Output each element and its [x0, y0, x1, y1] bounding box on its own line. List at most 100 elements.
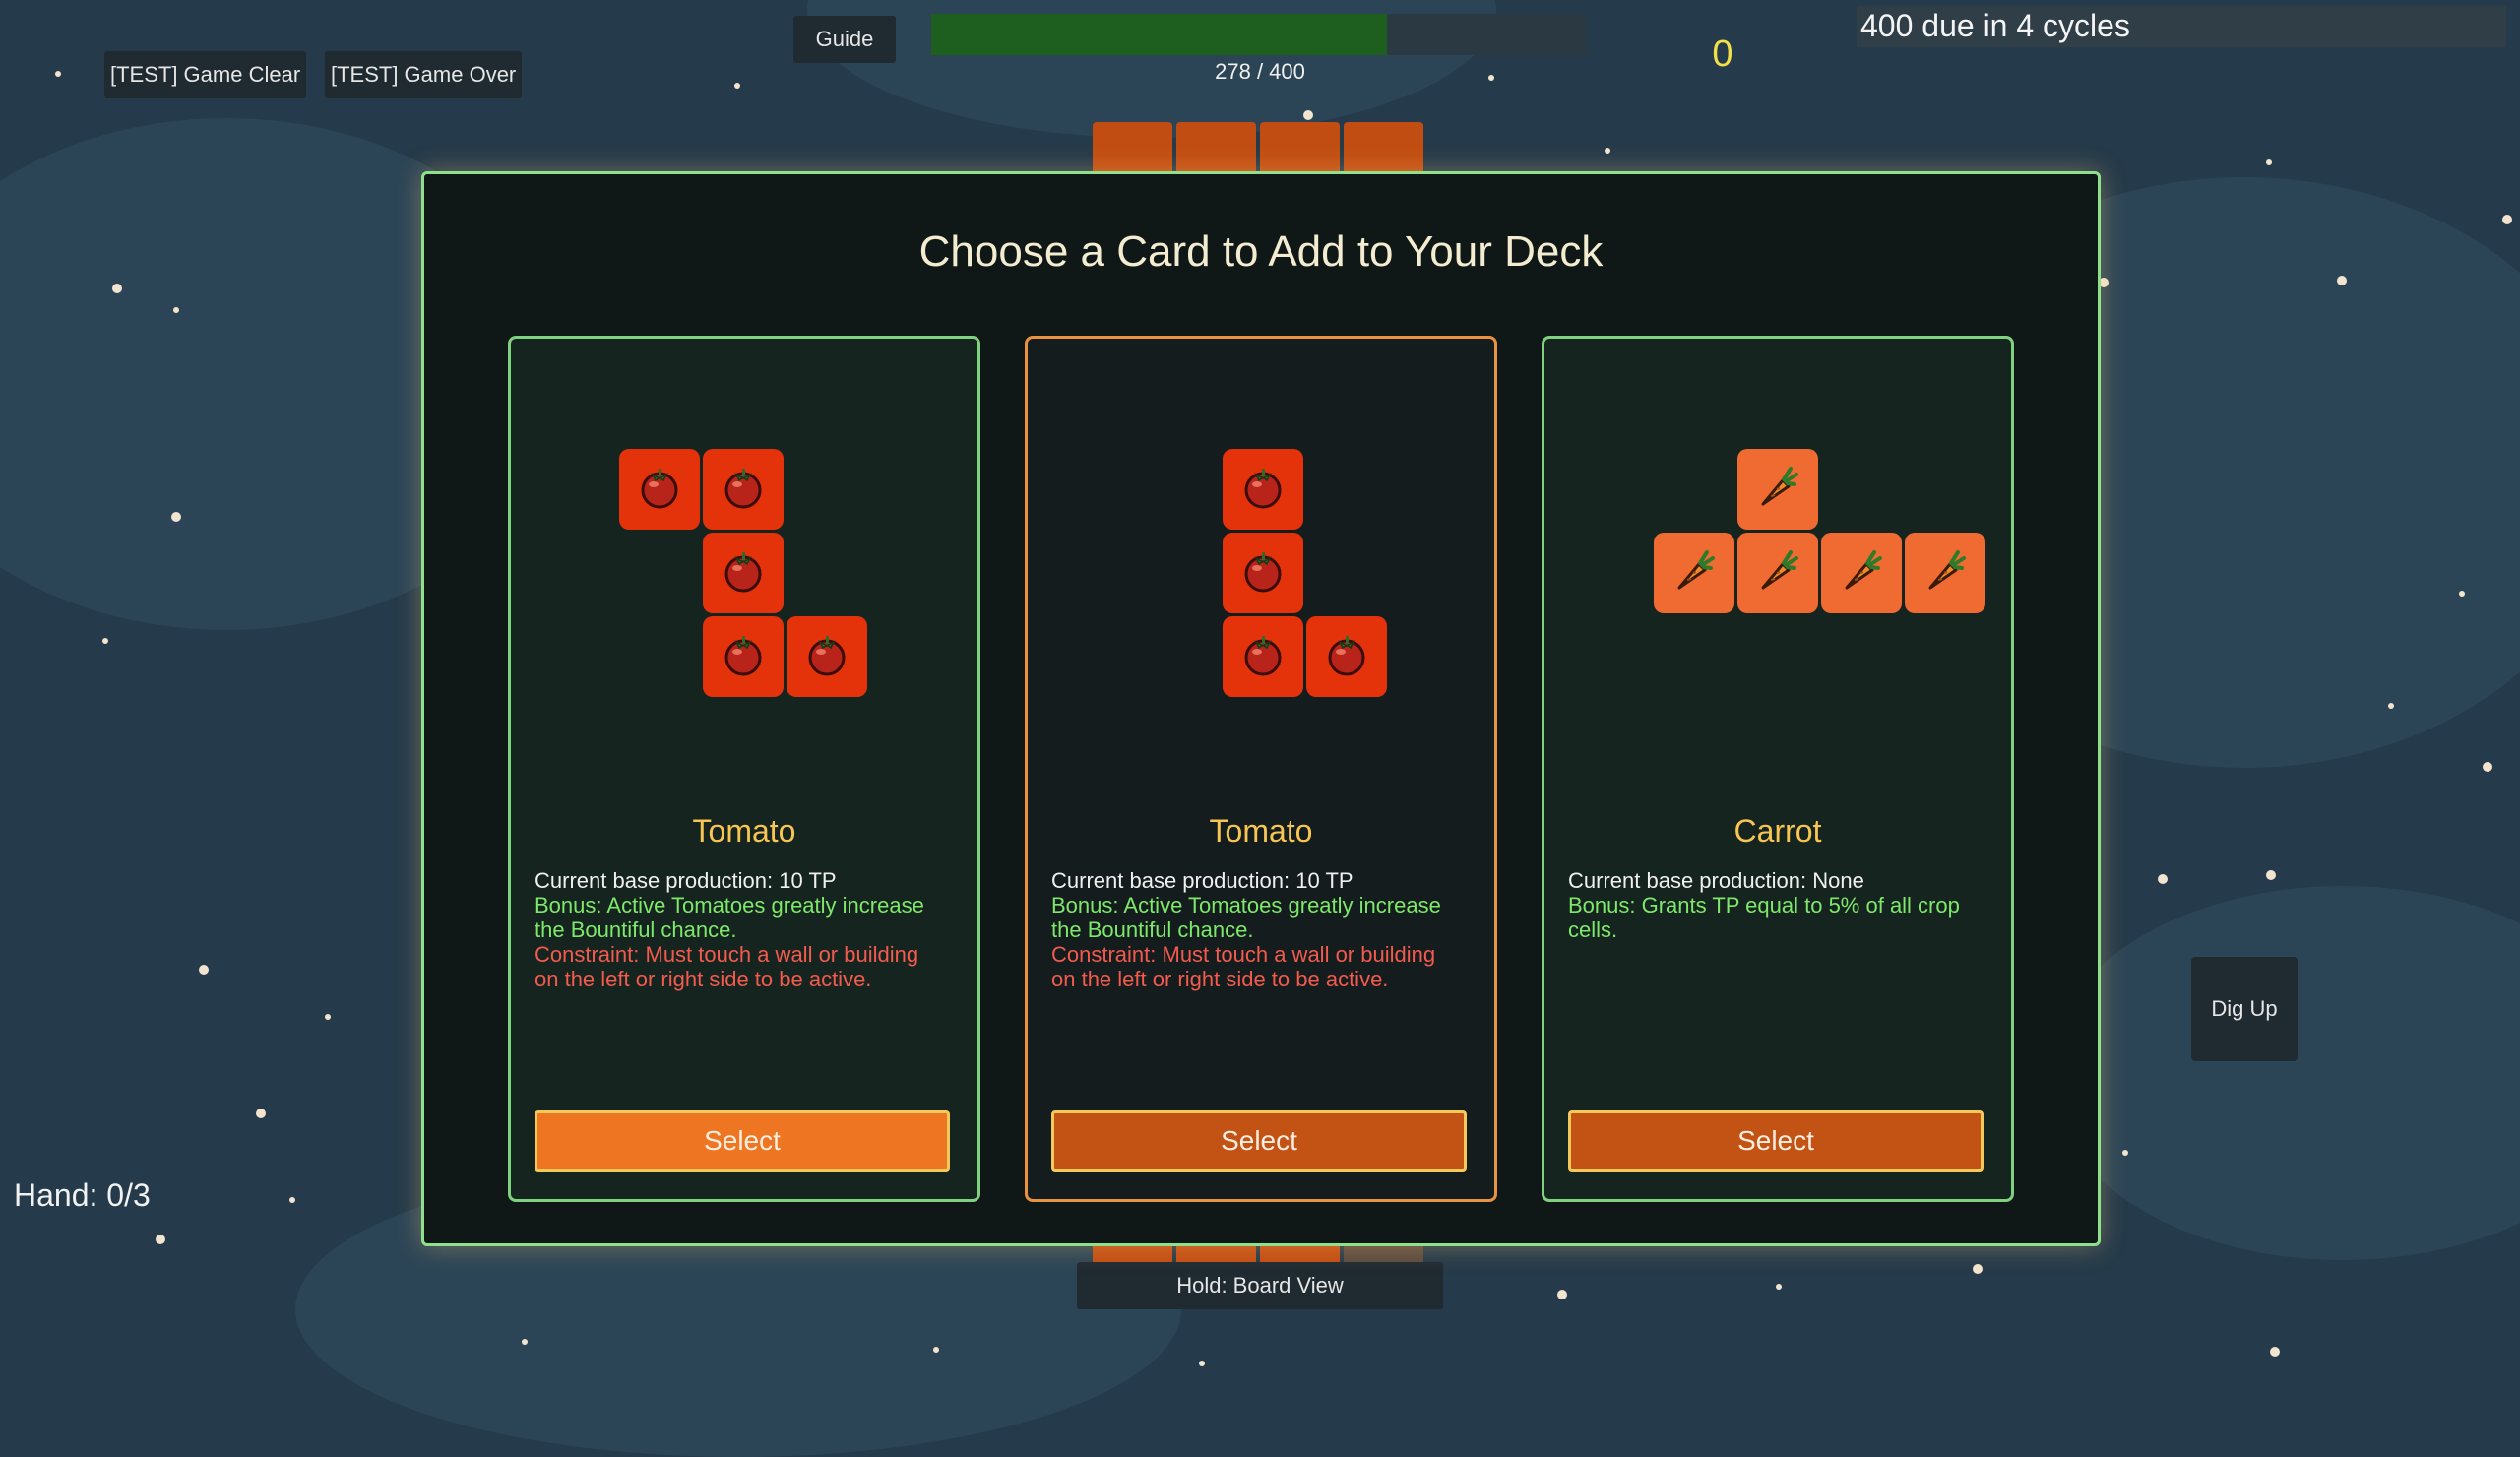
star [2270, 1347, 2280, 1357]
card-name: Carrot [1733, 813, 1822, 849]
tomato-cell [787, 616, 867, 697]
crop-shape [1028, 339, 1494, 772]
select-button[interactable]: Select [1051, 1110, 1467, 1172]
tomato-icon [719, 546, 768, 601]
card-name: Tomato [1209, 813, 1313, 849]
star [2502, 215, 2512, 224]
select-button[interactable]: Select [1568, 1110, 1984, 1172]
carrot-cell [1737, 533, 1818, 613]
base-production-text: Current base production: None [1568, 868, 1864, 893]
tomato-cell [703, 616, 784, 697]
base-production-text: Current base production: 10 TP [1051, 868, 1354, 893]
board-edge-top [1093, 122, 1423, 173]
due-text: 400 due in 4 cycles [1860, 8, 2130, 43]
tomato-icon [1238, 463, 1288, 517]
guide-button[interactable]: Guide [793, 16, 896, 63]
modal-title: Choose a Card to Add to Your Deck [918, 227, 1604, 276]
card-choice-modal: Choose a Card to Add to Your Deck Tomato… [421, 171, 2101, 1246]
constraint-text: Constraint: Must touch a wall or buildin… [1051, 942, 1436, 991]
carrot-icon [1921, 546, 1970, 601]
tomato-icon [1322, 630, 1371, 684]
tomato-cell [1223, 616, 1303, 697]
star [2388, 703, 2394, 709]
star [1303, 110, 1313, 120]
tomato-icon [802, 630, 851, 684]
carrot-cell [1905, 533, 1985, 613]
dig-up-button[interactable]: Dig Up [2191, 957, 2298, 1061]
star [2337, 276, 2347, 285]
star [325, 1014, 331, 1020]
tomato-cell [1223, 449, 1303, 530]
star [173, 307, 179, 313]
star [289, 1197, 295, 1203]
progress-fill [931, 14, 1387, 55]
carrot-icon [1753, 463, 1802, 517]
tomato-icon [635, 463, 684, 517]
hold-board-view-button[interactable]: Hold: Board View [1077, 1262, 1443, 1309]
board-tile [1260, 122, 1340, 173]
constraint-text: Constraint: Must touch a wall or buildin… [535, 942, 919, 991]
background-cloud [2048, 886, 2520, 1260]
star [1605, 148, 1610, 154]
select-button[interactable]: Select [535, 1110, 950, 1172]
base-production-text: Current base production: 10 TP [535, 868, 837, 893]
test-game-over-button[interactable]: [TEST] Game Over [325, 51, 523, 98]
carrot-cell [1654, 533, 1734, 613]
star [1973, 1264, 1983, 1274]
bonus-text: Bonus: Active Tomatoes greatly increase … [1051, 893, 1441, 942]
star [933, 1347, 939, 1353]
bonus-text: Bonus: Active Tomatoes greatly increase … [535, 893, 924, 942]
star [2483, 762, 2492, 772]
star [734, 83, 740, 89]
tomato-cell [703, 533, 784, 613]
star [102, 638, 108, 644]
star [256, 1109, 266, 1118]
board-tile [1344, 122, 1423, 173]
carrot-cell [1821, 533, 1902, 613]
star [171, 512, 181, 522]
card-description: Current base production: 10 TP Bonus: Ac… [1051, 868, 1465, 991]
card-description: Current base production: 10 TP Bonus: Ac… [535, 868, 948, 991]
tomato-cell [703, 449, 784, 530]
tomato-cell [619, 449, 700, 530]
tomato-cell [1306, 616, 1387, 697]
carrot-cell [1737, 449, 1818, 530]
tomato-icon [1238, 630, 1288, 684]
star [55, 71, 61, 77]
score-counter: 0 [1712, 33, 1733, 75]
production-progress-bar [931, 14, 1587, 55]
tomato-icon [1238, 546, 1288, 601]
card-option-1[interactable]: Tomato Current base production: 10 TP Bo… [508, 336, 980, 1202]
board-tile [1093, 122, 1172, 173]
star [1199, 1361, 1205, 1366]
board-tile [1176, 122, 1256, 173]
star [112, 284, 122, 293]
star [1557, 1290, 1567, 1299]
star [2266, 870, 2276, 880]
progress-text: 278 / 400 [1215, 59, 1305, 84]
star [156, 1235, 165, 1244]
crop-shape [511, 339, 977, 772]
star [1488, 75, 1494, 81]
crop-shape [1544, 339, 2011, 772]
star [199, 965, 209, 975]
card-description: Current base production: None Bonus: Gra… [1568, 868, 1982, 942]
star [1776, 1284, 1782, 1290]
star [2158, 874, 2168, 884]
card-option-2[interactable]: Tomato Current base production: 10 TP Bo… [1025, 336, 1497, 1202]
hand-counter: Hand: 0/3 [14, 1177, 151, 1213]
carrot-icon [1670, 546, 1719, 601]
tomato-cell [1223, 533, 1303, 613]
star [2459, 591, 2465, 597]
bonus-text: Bonus: Grants TP equal to 5% of all crop… [1568, 893, 1960, 942]
carrot-icon [1753, 546, 1802, 601]
star [522, 1339, 528, 1345]
star [2266, 159, 2272, 165]
card-name: Tomato [692, 813, 796, 849]
test-game-clear-button[interactable]: [TEST] Game Clear [104, 51, 307, 98]
card-option-3[interactable]: Carrot Current base production: None Bon… [1542, 336, 2014, 1202]
tomato-icon [719, 463, 768, 517]
star [2122, 1150, 2128, 1156]
carrot-icon [1837, 546, 1886, 601]
tomato-icon [719, 630, 768, 684]
